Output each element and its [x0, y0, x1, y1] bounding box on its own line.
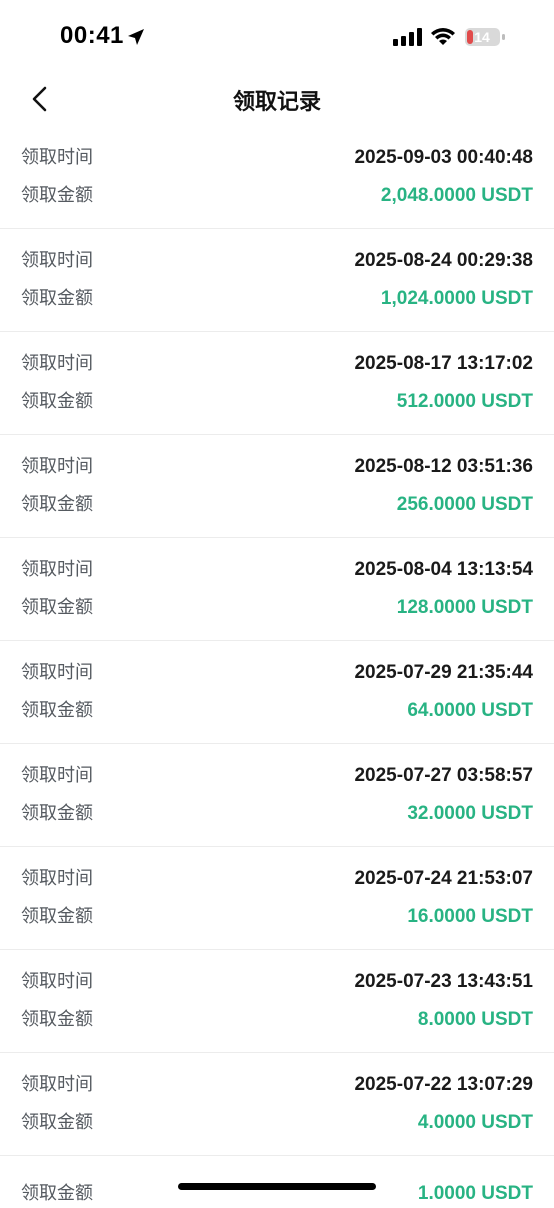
claim-amount-label: 领取金额 [21, 1112, 93, 1133]
list-item[interactable]: 领取时间 2025-08-17 13:17:02 领取金额 512.0000 USD… [0, 332, 554, 435]
list-item[interactable]: 领取时间 2025-07-24 21:53:07 领取金额 16.0000 USDT [0, 847, 554, 950]
claim-time-value: 2025-09-03 00:40:48 [354, 147, 533, 168]
claim-time-label: 领取时间 [21, 971, 93, 992]
claim-time-label: 领取时间 [21, 147, 93, 168]
claim-amount-label: 领取金额 [21, 494, 93, 515]
location-arrow-icon [128, 29, 144, 45]
claim-amount-value: 64.0000 USDT [407, 700, 533, 721]
claim-time-label: 领取时间 [21, 250, 93, 271]
list-item[interactable]: 领取时间 2025-08-04 13:13:54 领取金额 128.0000 USD… [0, 538, 554, 641]
claim-amount-label: 领取金额 [21, 803, 93, 824]
claim-amount-label: 领取金额 [21, 597, 93, 618]
cellular-signal-icon [393, 28, 422, 46]
claim-time-value: 2025-07-23 13:43:51 [354, 971, 533, 992]
claim-time-label: 领取时间 [21, 1074, 93, 1095]
claim-time-value: 2025-07-27 03:58:57 [354, 765, 533, 786]
claim-amount-label: 领取金额 [21, 1183, 93, 1204]
list-item[interactable]: 领取时间 2025-07-22 13:07:29 领取金额 4.0000 USDT [0, 1053, 554, 1156]
claim-amount-label: 领取金额 [21, 185, 93, 206]
claim-time-value: 2025-07-22 13:07:29 [354, 1074, 533, 1095]
battery-level: 14 [474, 29, 490, 45]
claim-amount-value: 1.0000 USDT [417, 1183, 533, 1204]
claim-amount-label: 领取金额 [21, 906, 93, 927]
claim-amount-value: 32.0000 USDT [407, 803, 533, 824]
claim-time-value: 2025-07-24 21:53:07 [354, 868, 533, 889]
claim-time-label: 领取时间 [21, 353, 93, 374]
status-time: 00:41 [60, 22, 124, 49]
home-indicator[interactable] [178, 1183, 376, 1190]
claim-amount-value: 1,024.0000 USDT [380, 288, 533, 309]
claim-amount-value: 16.0000 USDT [407, 906, 533, 927]
list-item[interactable]: 领取时间 2025-07-27 03:58:57 领取金额 32.0000 USDT [0, 744, 554, 847]
claim-amount-label: 领取金额 [21, 700, 93, 721]
claim-amount-value: 2,048.0000 USDT [380, 185, 533, 206]
list-item[interactable]: 领取时间 2025-07-23 13:43:51 领取金额 8.0000 USDT [0, 950, 554, 1053]
claim-amount-value: 4.0000 USDT [417, 1112, 533, 1133]
claim-amount-value: 512.0000 USDT [396, 391, 533, 412]
claim-time-value: 2025-08-12 03:51:36 [354, 456, 533, 477]
claim-amount-label: 领取金额 [21, 1009, 93, 1030]
claim-amount-value: 128.0000 USDT [396, 597, 533, 618]
claim-time-label: 领取时间 [21, 559, 93, 580]
claim-amount-label: 领取金额 [21, 391, 93, 412]
claim-amount-value: 8.0000 USDT [417, 1009, 533, 1030]
claim-time-label: 领取时间 [21, 868, 93, 889]
claim-amount-label: 领取金额 [21, 288, 93, 309]
list-item[interactable]: 领取时间 2025-09-03 00:40:48 领取金额 2,048.0000 U… [0, 126, 554, 229]
status-bar: 00:41 14 [0, 0, 554, 70]
page-title: 领取记录 [232, 90, 321, 115]
list-item[interactable]: 领取时间 2025-08-24 00:29:38 领取金额 1,024.0000 U… [0, 229, 554, 332]
claim-time-label: 领取时间 [21, 765, 93, 786]
claim-record-list: 领取时间 2025-09-03 00:40:48 领取金额 2,048.0000 U… [0, 126, 554, 1156]
wifi-icon [431, 28, 455, 45]
claim-time-value: 2025-08-04 13:13:54 [354, 559, 533, 580]
list-item[interactable]: 领取时间 2025-08-12 03:51:36 领取金额 256.0000 USD… [0, 435, 554, 538]
list-item[interactable]: 领取时间 2025-07-29 21:35:44 领取金额 64.0000 USDT [0, 641, 554, 744]
claim-time-label: 领取时间 [21, 456, 93, 477]
claim-amount-value: 256.0000 USDT [396, 494, 533, 515]
nav-bar: 领取记录 [0, 70, 554, 128]
claim-time-value: 2025-08-24 00:29:38 [354, 250, 533, 271]
claim-time-value: 2025-08-17 13:17:02 [354, 353, 533, 374]
claim-time-value: 2025-07-29 21:35:44 [354, 662, 533, 683]
claim-time-label: 领取时间 [21, 662, 93, 683]
